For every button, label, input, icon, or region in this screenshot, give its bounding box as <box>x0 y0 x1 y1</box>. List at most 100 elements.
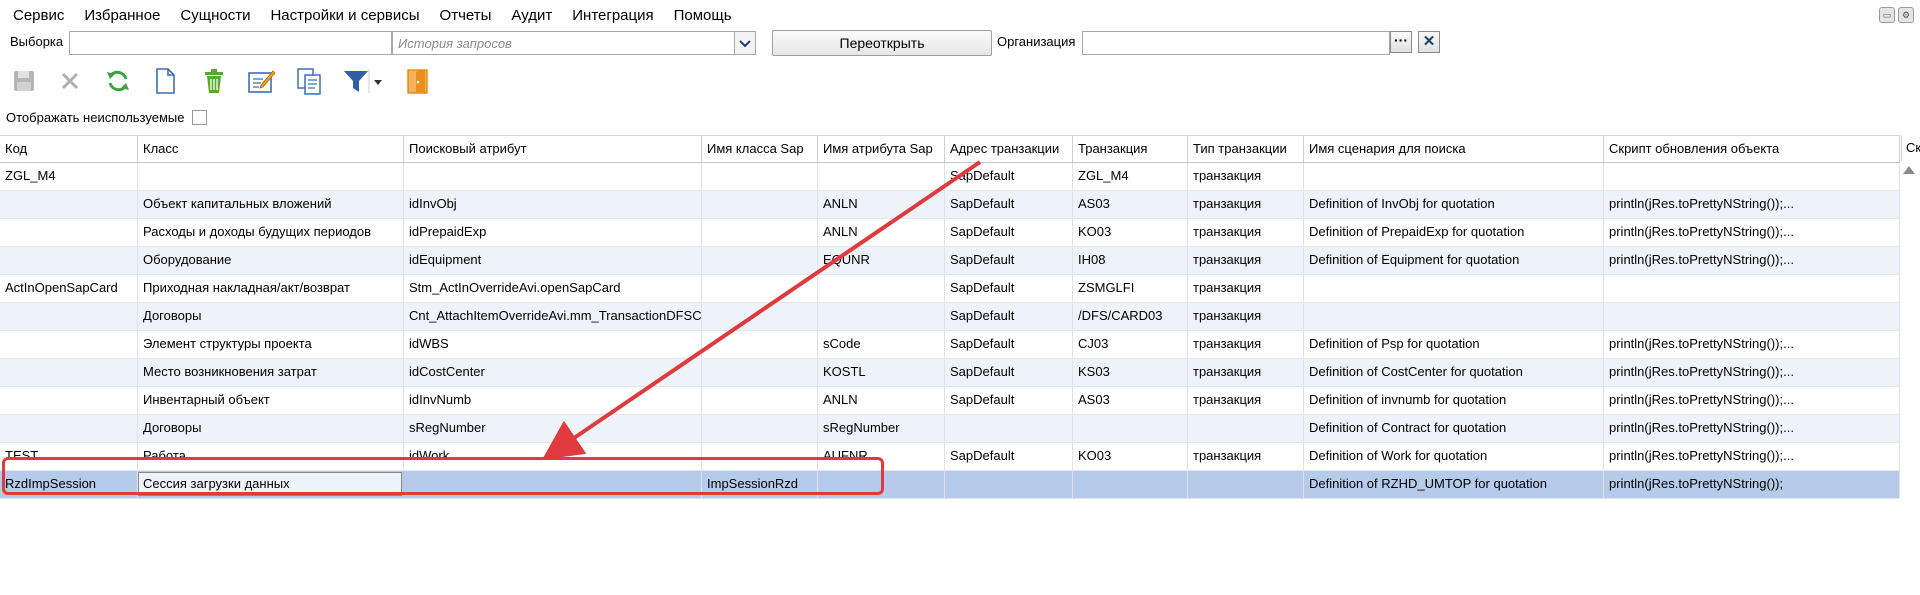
cancel-icon[interactable] <box>55 66 85 96</box>
table-cell[interactable]: sRegNumber <box>818 415 945 442</box>
table-cell[interactable] <box>702 191 818 218</box>
print-icon[interactable]: ▭ <box>1879 7 1895 23</box>
table-cell[interactable]: idPrepaidExp <box>404 219 702 246</box>
menu-item-service[interactable]: Сервис <box>0 0 74 32</box>
table-row[interactable]: Инвентарный объект idInvNumb ANLN SapDefaul… <box>0 387 1900 415</box>
menu-item-entities[interactable]: Сущности <box>170 0 260 32</box>
table-cell[interactable] <box>0 303 138 330</box>
selection-input[interactable] <box>69 31 392 55</box>
column-header[interactable]: Тип транзакции <box>1188 136 1304 162</box>
table-cell[interactable]: Договоры <box>138 303 404 330</box>
table-cell[interactable]: SapDefault <box>945 247 1073 274</box>
table-cell[interactable]: println(jRes.toPrettyNString());... <box>1604 191 1900 218</box>
table-cell[interactable] <box>138 163 404 190</box>
table-cell[interactable]: idEquipment <box>404 247 702 274</box>
table-cell[interactable]: SapDefault <box>945 191 1073 218</box>
table-row[interactable]: Оборудование idEquipment EQUNR SapDefault IH… <box>0 247 1900 275</box>
table-cell[interactable] <box>1073 471 1188 498</box>
table-cell[interactable]: KOSTL <box>818 359 945 386</box>
table-cell[interactable]: SapDefault <box>945 219 1073 246</box>
column-header[interactable]: Класс <box>138 136 404 162</box>
table-cell[interactable]: Definition of Work for quotation <box>1304 443 1604 470</box>
table-cell[interactable]: Cnt_AttachItemOverrideAvi.mm_Transaction… <box>404 303 702 330</box>
table-cell[interactable] <box>702 331 818 358</box>
menu-item-integration[interactable]: Интеграция <box>562 0 663 32</box>
table-cell[interactable] <box>1304 275 1604 302</box>
organization-lookup-button[interactable]: ··· <box>1390 31 1412 53</box>
table-cell[interactable]: Договоры <box>138 415 404 442</box>
table-cell[interactable]: KO03 <box>1073 219 1188 246</box>
table-cell[interactable] <box>818 163 945 190</box>
table-row[interactable]: Место возникновения затрат idCostCenter KO… <box>0 359 1900 387</box>
table-cell[interactable] <box>702 415 818 442</box>
table-cell[interactable] <box>1073 415 1188 442</box>
table-row[interactable]: ActInOpenSapCard Приходная накладная/акт/… <box>0 275 1900 303</box>
exit-icon[interactable] <box>404 66 434 96</box>
table-cell[interactable]: Элемент структуры проекта <box>138 331 404 358</box>
table-cell[interactable]: println(jRes.toPrettyNString()); <box>1604 471 1900 498</box>
table-row[interactable]: Расходы и доходы будущих периодов idPrepa… <box>0 219 1900 247</box>
table-cell[interactable]: Definition of Contract for quotation <box>1304 415 1604 442</box>
table-cell[interactable] <box>702 275 818 302</box>
table-cell[interactable] <box>702 247 818 274</box>
table-cell[interactable]: ActInOpenSapCard <box>0 275 138 302</box>
table-cell[interactable]: Stm_ActInOverrideAvi.openSapCard <box>404 275 702 302</box>
table-cell[interactable] <box>1604 275 1900 302</box>
table-cell[interactable] <box>702 163 818 190</box>
table-cell[interactable] <box>1188 415 1304 442</box>
table-cell[interactable]: println(jRes.toPrettyNString());... <box>1604 415 1900 442</box>
table-cell[interactable]: Объект капитальных вложений <box>138 191 404 218</box>
table-cell[interactable]: транзакция <box>1188 219 1304 246</box>
table-cell[interactable]: Definition of Psp for quotation <box>1304 331 1604 358</box>
table-cell[interactable] <box>1604 163 1900 190</box>
table-cell[interactable]: SapDefault <box>945 275 1073 302</box>
table-cell[interactable] <box>404 163 702 190</box>
show-unused-checkbox[interactable] <box>192 110 208 125</box>
table-cell[interactable]: ZSMGLFI <box>1073 275 1188 302</box>
table-cell[interactable]: SapDefault <box>945 359 1073 386</box>
table-cell[interactable]: println(jRes.toPrettyNString());... <box>1604 247 1900 274</box>
menu-item-reports[interactable]: Отчеты <box>430 0 502 32</box>
table-row[interactable]: ZGL_M4 SapDefault ZGL_M4 транзакция <box>0 163 1900 191</box>
table-cell[interactable] <box>1188 471 1304 498</box>
filter-icon[interactable] <box>341 66 371 96</box>
save-icon[interactable] <box>9 66 39 96</box>
table-cell[interactable]: sCode <box>818 331 945 358</box>
table-cell[interactable]: SapDefault <box>945 303 1073 330</box>
table-cell[interactable]: println(jRes.toPrettyNString());... <box>1604 359 1900 386</box>
menu-item-favorites[interactable]: Избранное <box>74 0 170 32</box>
refresh-icon[interactable] <box>103 66 133 96</box>
table-cell[interactable]: ZGL_M4 <box>1073 163 1188 190</box>
query-history-combo[interactable]: История запросов <box>392 31 756 55</box>
column-header[interactable]: Имя сценария для поиска <box>1304 136 1604 162</box>
organization-clear-button[interactable]: ✕ <box>1418 31 1440 53</box>
table-cell[interactable]: idCostCenter <box>404 359 702 386</box>
column-header[interactable]: Транзакция <box>1073 136 1188 162</box>
table-cell[interactable]: транзакция <box>1188 331 1304 358</box>
settings-icon[interactable]: ⚙ <box>1898 7 1914 23</box>
table-cell[interactable]: Definition of Equipment for quotation <box>1304 247 1604 274</box>
table-cell[interactable]: Место возникновения затрат <box>138 359 404 386</box>
table-cell[interactable]: sRegNumber <box>404 415 702 442</box>
table-cell[interactable]: Definition of PrepaidExp for quotation <box>1304 219 1604 246</box>
table-cell[interactable]: /DFS/CARD03 <box>1073 303 1188 330</box>
table-cell[interactable]: println(jRes.toPrettyNString());... <box>1604 331 1900 358</box>
table-cell[interactable]: idInvObj <box>404 191 702 218</box>
table-cell[interactable] <box>1304 303 1604 330</box>
table-cell[interactable]: Definition of InvObj for quotation <box>1304 191 1604 218</box>
table-cell[interactable]: Definition of invnumb for quotation <box>1304 387 1604 414</box>
table-cell[interactable] <box>945 415 1073 442</box>
table-cell[interactable] <box>818 303 945 330</box>
menu-item-settings[interactable]: Настройки и сервисы <box>260 0 429 32</box>
table-cell[interactable]: SapDefault <box>945 331 1073 358</box>
table-cell[interactable]: println(jRes.toPrettyNString());... <box>1604 387 1900 414</box>
table-cell[interactable] <box>0 359 138 386</box>
table-cell[interactable]: Инвентарный объект <box>138 387 404 414</box>
table-cell[interactable]: транзакция <box>1188 387 1304 414</box>
table-cell[interactable]: ZGL_M4 <box>0 163 138 190</box>
table-cell[interactable]: EQUNR <box>818 247 945 274</box>
menu-item-help[interactable]: Помощь <box>664 0 742 32</box>
edit-icon[interactable] <box>246 66 276 96</box>
table-cell[interactable] <box>0 387 138 414</box>
column-header[interactable]: Скрипт обновления объекта <box>1604 136 1900 162</box>
